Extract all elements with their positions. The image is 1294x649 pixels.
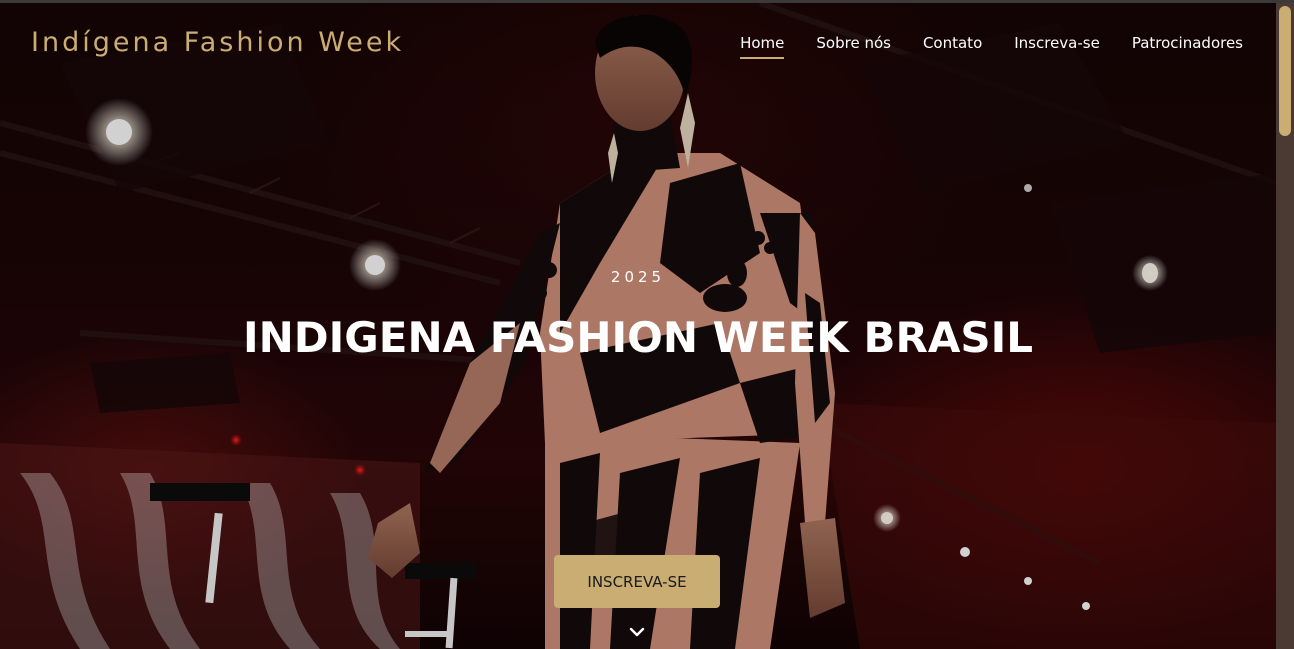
hero-year: 2025: [610, 268, 666, 286]
scrollbar-thumb[interactable]: [1279, 6, 1291, 136]
nav-item-inscreva-se[interactable]: Inscreva-se: [1014, 34, 1100, 59]
page: Indígena Fashion Week Home Sobre nós Con…: [0, 0, 1294, 649]
main-nav: Home Sobre nós Contato Inscreva-se Patro…: [708, 34, 1243, 59]
brand-logo[interactable]: Indígena Fashion Week: [31, 27, 404, 58]
window-top-border: [0, 0, 1294, 3]
chevron-down-icon[interactable]: [626, 623, 648, 643]
nav-item-contato[interactable]: Contato: [923, 34, 982, 59]
nav-item-home[interactable]: Home: [740, 34, 785, 59]
page-scrollbar[interactable]: [1276, 3, 1294, 649]
hero-title: INDIGENA FASHION WEEK BRASIL: [243, 313, 1033, 362]
inscreva-se-button[interactable]: INSCREVA-SE: [554, 555, 720, 608]
nav-item-sobre-nos[interactable]: Sobre nós: [816, 34, 891, 59]
nav-item-patrocinadores[interactable]: Patrocinadores: [1132, 34, 1243, 59]
